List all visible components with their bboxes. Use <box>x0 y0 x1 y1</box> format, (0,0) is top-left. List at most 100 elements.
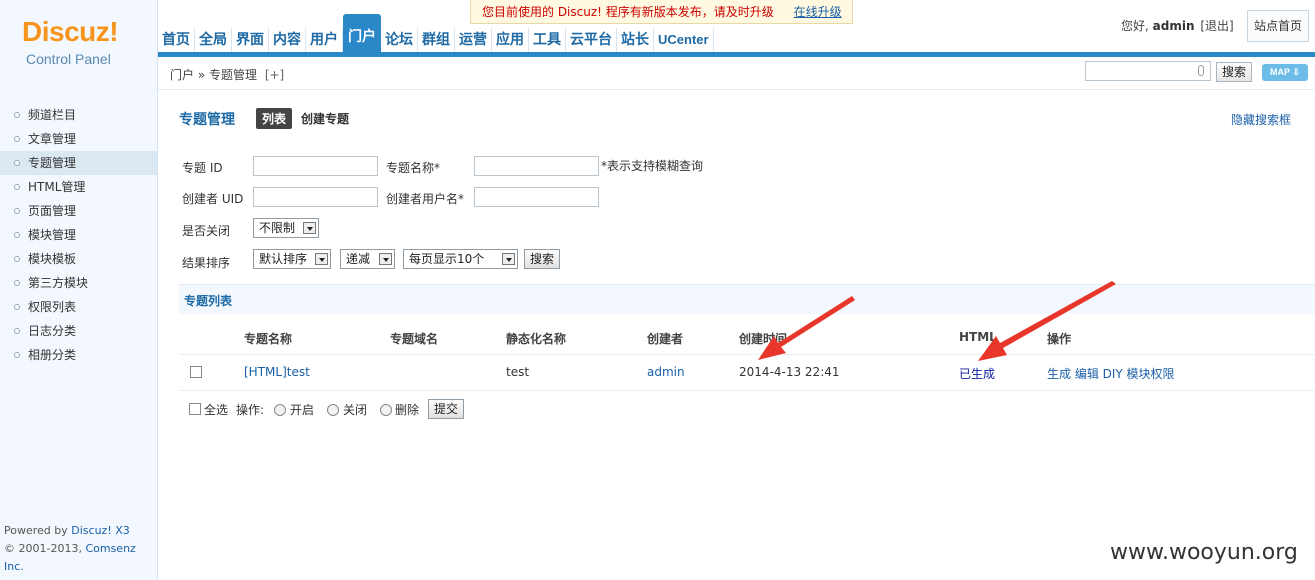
op-close-label: 关闭 <box>343 403 368 417</box>
op-delete-label: 删除 <box>395 403 420 417</box>
col-static-name: 静态化名称 <box>506 332 567 346</box>
sidebar-item-articles[interactable]: 文章管理 <box>0 127 157 151</box>
sidebar-item-album-categories[interactable]: 相册分类 <box>0 343 157 367</box>
greeting: 您好, <box>1121 19 1149 33</box>
tab-list[interactable]: 列表 <box>256 108 293 129</box>
sidebar-item-permissions[interactable]: 权限列表 <box>0 295 157 319</box>
creator-uid-label: 创建者 UID <box>182 192 244 206</box>
main-content: 专题管理 列表 创建专题 隐藏搜索框 专题 ID 专题名称* *表示支持模糊查询… <box>160 90 1315 580</box>
op-open-label: 开启 <box>290 403 315 417</box>
add-shortcut-link[interactable]: [+] <box>265 68 284 82</box>
nav-webmaster[interactable]: 站长 <box>617 28 654 54</box>
creator-name-input[interactable] <box>474 187 599 207</box>
row-divider <box>179 390 1315 391</box>
chevron-down-icon <box>379 253 392 265</box>
sidebar-item-blog-categories[interactable]: 日志分类 <box>0 319 157 343</box>
select-all-checkbox[interactable] <box>189 403 201 415</box>
sub-bar: 门户 » 专题管理 [+] 搜索 MAP ⇩ <box>158 57 1315 90</box>
page-title: 专题管理 <box>179 111 235 128</box>
menu-search-button[interactable]: 搜索 <box>1216 62 1252 82</box>
hide-search-link[interactable]: 隐藏搜索框 <box>1231 111 1291 128</box>
ops-label: 操作: <box>236 403 265 417</box>
site-home-button[interactable]: 站点首页 <box>1247 10 1309 42</box>
html-status-link[interactable]: 已生成 <box>959 365 995 382</box>
breadcrumb: 门户 » 专题管理 [+] <box>170 66 284 83</box>
row-actions[interactable]: 生成 编辑 DIY 模块权限 <box>1047 365 1175 382</box>
closed-select[interactable]: 不限制 <box>253 218 319 238</box>
op-open-radio[interactable] <box>274 404 286 416</box>
topic-name-input[interactable] <box>474 156 599 176</box>
chevron-down-icon <box>502 253 515 265</box>
nav-cloud[interactable]: 云平台 <box>566 28 617 54</box>
topic-id-label: 专题 ID <box>182 161 223 175</box>
per-page-select[interactable]: 每页显示10个 <box>403 249 518 269</box>
row-checkbox[interactable] <box>190 366 202 378</box>
logo-subtitle: Control Panel <box>26 51 111 67</box>
sidebar-item-topics[interactable]: 专题管理 <box>0 151 157 175</box>
chevron-down-icon <box>315 253 328 265</box>
menu-search-input[interactable] <box>1085 61 1211 81</box>
sidebar-item-blocks[interactable]: 模块管理 <box>0 223 157 247</box>
tab-create-topic[interactable]: 创建专题 <box>301 110 349 127</box>
bullet-icon <box>14 136 20 142</box>
row-divider <box>179 354 1315 355</box>
creator-uid-input[interactable] <box>253 187 378 207</box>
logout-link[interactable]: [退出] <box>1200 19 1233 33</box>
created-time: 2014-4-13 22:41 <box>739 365 840 379</box>
topic-list-title: 专题列表 <box>184 294 233 308</box>
watermark: www.wooyun.org <box>1110 540 1298 565</box>
bullet-icon <box>14 112 20 118</box>
bullet-icon <box>14 232 20 238</box>
notice-text: 您目前使用的 Discuz! 程序有新版本发布，请及时升级 <box>482 5 774 19</box>
chevron-down-icon <box>303 222 316 234</box>
online-upgrade-link[interactable]: 在线升级 <box>794 5 842 19</box>
bullet-icon <box>14 304 20 310</box>
nav-operations[interactable]: 运营 <box>455 28 492 54</box>
nav-apps[interactable]: 应用 <box>492 28 529 54</box>
discuz-link[interactable]: Discuz! X3 <box>71 524 130 537</box>
nav-content[interactable]: 内容 <box>269 28 306 54</box>
bullet-icon <box>14 208 20 214</box>
bullet-icon <box>14 184 20 190</box>
microphone-icon[interactable] <box>1198 65 1204 76</box>
sidebar-item-block-templates[interactable]: 模块模板 <box>0 247 157 271</box>
nav-interface[interactable]: 界面 <box>232 28 269 54</box>
footer-copyright: Powered by Discuz! X3 © 2001-2013, Comse… <box>4 524 136 573</box>
logo-title: Discuz! <box>22 16 119 47</box>
creator-link[interactable]: admin <box>647 365 685 379</box>
topic-id-input[interactable] <box>253 156 378 176</box>
sidebar-item-pages[interactable]: 页面管理 <box>0 199 157 223</box>
submit-button[interactable]: 提交 <box>428 399 464 419</box>
topic-list-header: 专题列表 <box>179 284 1315 314</box>
op-delete-radio[interactable] <box>380 404 392 416</box>
nav-home[interactable]: 首页 <box>158 28 195 54</box>
sidebar-item-html[interactable]: HTML管理 <box>0 175 157 199</box>
col-creator: 创建者 <box>647 332 684 346</box>
sort-select[interactable]: 默认排序 <box>253 249 331 269</box>
nav-portal[interactable]: 门户 <box>343 14 381 54</box>
logo[interactable]: Discuz! Control Panel <box>0 0 158 90</box>
user-info: 您好, admin [退出] <box>1121 17 1234 34</box>
map-button[interactable]: MAP ⇩ <box>1262 64 1308 81</box>
breadcrumb-path[interactable]: 门户 » 专题管理 <box>170 68 257 82</box>
sidebar-item-third-party[interactable]: 第三方模块 <box>0 271 157 295</box>
op-close-radio[interactable] <box>327 404 339 416</box>
static-name: test <box>506 365 530 379</box>
order-select[interactable]: 递减 <box>340 249 395 269</box>
bullet-icon <box>14 160 20 166</box>
closed-label: 是否关闭 <box>182 224 231 238</box>
sidebar: 频道栏目 文章管理 专题管理 HTML管理 页面管理 模块管理 模块模板 第三方… <box>0 90 158 580</box>
search-button[interactable]: 搜索 <box>524 249 560 269</box>
topic-name-link[interactable]: [HTML]test <box>244 365 310 379</box>
nav-forum[interactable]: 论坛 <box>381 28 418 54</box>
sidebar-item-channels[interactable]: 频道栏目 <box>0 103 157 127</box>
nav-ucenter[interactable]: UCenter <box>654 28 714 54</box>
col-html: HTML <box>959 330 997 344</box>
nav-users[interactable]: 用户 <box>306 28 343 54</box>
username: admin <box>1152 19 1195 33</box>
nav-tools[interactable]: 工具 <box>529 28 566 54</box>
top-nav: 首页 全局 界面 内容 用户 门户 论坛 群组 运营 应用 工具 云平台 站长 … <box>158 14 714 54</box>
update-notice: 您目前使用的 Discuz! 程序有新版本发布，请及时升级 在线升级 <box>470 0 853 24</box>
nav-groups[interactable]: 群组 <box>418 28 455 54</box>
nav-global[interactable]: 全局 <box>195 28 232 54</box>
